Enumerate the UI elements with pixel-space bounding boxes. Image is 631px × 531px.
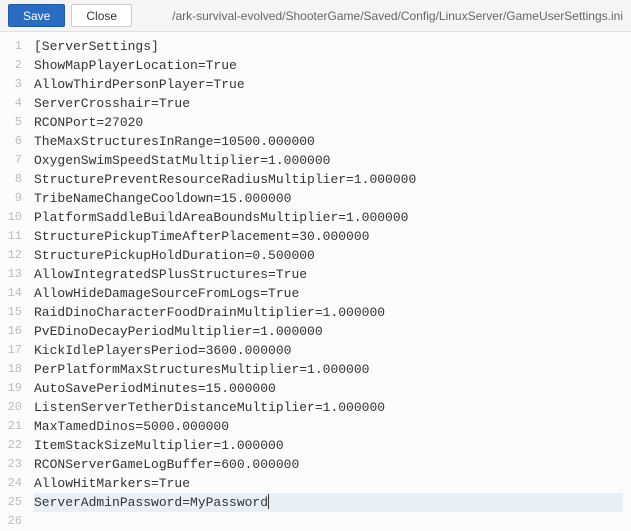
- code-line[interactable]: [ServerSettings]: [34, 37, 623, 56]
- line-number: 2: [0, 56, 22, 75]
- code-line[interactable]: AutoSavePeriodMinutes=15.000000: [34, 379, 623, 398]
- code-line[interactable]: RaidDinoCharacterFoodDrainMultiplier=1.0…: [34, 303, 623, 322]
- code-line[interactable]: ServerCrosshair=True: [34, 94, 623, 113]
- close-button[interactable]: Close: [71, 4, 132, 27]
- line-number: 9: [0, 189, 22, 208]
- save-button[interactable]: Save: [8, 4, 65, 27]
- code-line[interactable]: ItemStackSizeMultiplier=1.000000: [34, 436, 623, 455]
- code-line[interactable]: PerPlatformMaxStructuresMultiplier=1.000…: [34, 360, 623, 379]
- code-line[interactable]: PvEDinoDecayPeriodMultiplier=1.000000: [34, 322, 623, 341]
- line-number: 18: [0, 360, 22, 379]
- code-line[interactable]: ShowMapPlayerLocation=True: [34, 56, 623, 75]
- editor-toolbar: Save Close /ark-survival-evolved/Shooter…: [0, 0, 631, 32]
- line-number: 15: [0, 303, 22, 322]
- line-number: 21: [0, 417, 22, 436]
- code-line[interactable]: [34, 512, 623, 531]
- line-number: 5: [0, 113, 22, 132]
- line-gutter: 1234567891011121314151617181920212223242…: [0, 32, 30, 517]
- line-number: 25: [0, 493, 22, 512]
- code-line[interactable]: OxygenSwimSpeedStatMultiplier=1.000000: [34, 151, 623, 170]
- code-line[interactable]: StructurePickupHoldDuration=0.500000: [34, 246, 623, 265]
- code-line[interactable]: RCONServerGameLogBuffer=600.000000: [34, 455, 623, 474]
- code-line[interactable]: ListenServerTetherDistanceMultiplier=1.0…: [34, 398, 623, 417]
- code-editor[interactable]: 1234567891011121314151617181920212223242…: [0, 32, 631, 517]
- code-line[interactable]: RCONPort=27020: [34, 113, 623, 132]
- code-line[interactable]: MaxTamedDinos=5000.000000: [34, 417, 623, 436]
- code-line[interactable]: AllowHitMarkers=True: [34, 474, 623, 493]
- line-number: 8: [0, 170, 22, 189]
- code-content[interactable]: [ServerSettings]ShowMapPlayerLocation=Tr…: [30, 32, 631, 517]
- code-line[interactable]: PlatformSaddleBuildAreaBoundsMultiplier=…: [34, 208, 623, 227]
- code-line[interactable]: AllowHideDamageSourceFromLogs=True: [34, 284, 623, 303]
- line-number: 14: [0, 284, 22, 303]
- code-line[interactable]: StructurePickupTimeAfterPlacement=30.000…: [34, 227, 623, 246]
- line-number: 22: [0, 436, 22, 455]
- line-number: 24: [0, 474, 22, 493]
- line-number: 19: [0, 379, 22, 398]
- line-number: 12: [0, 246, 22, 265]
- code-line[interactable]: StructurePreventResourceRadiusMultiplier…: [34, 170, 623, 189]
- line-number: 17: [0, 341, 22, 360]
- line-number: 3: [0, 75, 22, 94]
- code-line[interactable]: TribeNameChangeCooldown=15.000000: [34, 189, 623, 208]
- line-number: 6: [0, 132, 22, 151]
- line-number: 10: [0, 208, 22, 227]
- line-number: 26: [0, 512, 22, 531]
- text-cursor: [268, 494, 269, 509]
- line-number: 20: [0, 398, 22, 417]
- code-line[interactable]: ServerAdminPassword=MyPassword: [34, 493, 623, 512]
- line-number: 16: [0, 322, 22, 341]
- line-number: 7: [0, 151, 22, 170]
- line-number: 1: [0, 37, 22, 56]
- line-number: 23: [0, 455, 22, 474]
- code-line[interactable]: AllowIntegratedSPlusStructures=True: [34, 265, 623, 284]
- file-path: /ark-survival-evolved/ShooterGame/Saved/…: [138, 9, 623, 23]
- code-line[interactable]: AllowThirdPersonPlayer=True: [34, 75, 623, 94]
- line-number: 11: [0, 227, 22, 246]
- line-number: 13: [0, 265, 22, 284]
- code-line[interactable]: KickIdlePlayersPeriod=3600.000000: [34, 341, 623, 360]
- line-number: 4: [0, 94, 22, 113]
- code-line[interactable]: TheMaxStructuresInRange=10500.000000: [34, 132, 623, 151]
